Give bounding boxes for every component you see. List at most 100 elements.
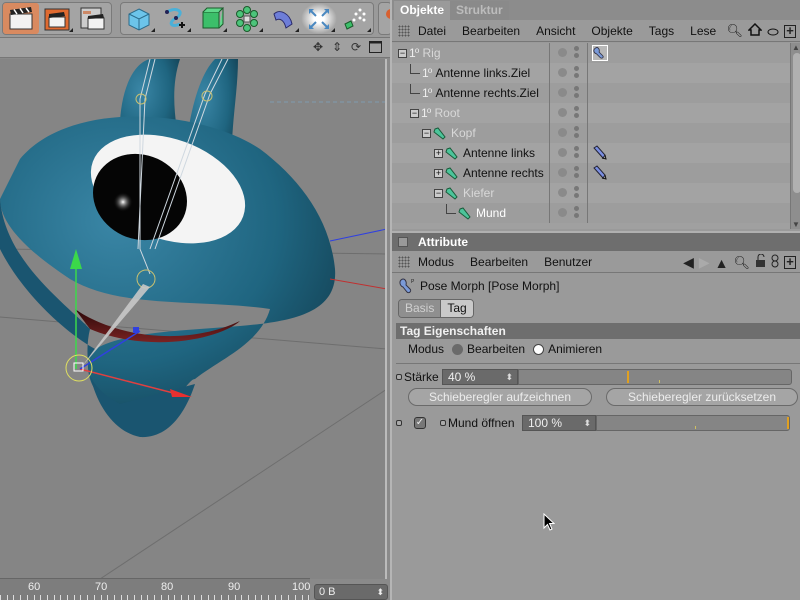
scroll-up-icon[interactable]: ▲ <box>792 43 800 52</box>
scrollbar-thumb[interactable] <box>793 53 800 193</box>
tree-row[interactable]: 1⁰ Antenne rechts.Ziel <box>392 83 790 103</box>
menu-benutzer[interactable]: Benutzer <box>544 255 592 269</box>
layer-color-icon[interactable] <box>558 128 567 137</box>
scroll-down-icon[interactable]: ▼ <box>792 220 800 229</box>
rotate-view-icon[interactable]: ⟳ <box>349 40 363 54</box>
tree-row[interactable]: 1⁰ Antenne links.Ziel <box>392 63 790 83</box>
layer-color-icon[interactable] <box>558 68 567 77</box>
particles-button[interactable] <box>337 3 373 34</box>
cube-button[interactable] <box>121 3 157 34</box>
keyframe-toggle-icon[interactable] <box>396 420 402 426</box>
picture-viewer-button[interactable] <box>39 3 75 34</box>
morph-input[interactable]: 100 % ⬍ <box>522 415 596 431</box>
panel-grip-icon[interactable] <box>398 255 410 268</box>
tree-row[interactable]: −1⁰ Rig <box>392 43 790 63</box>
layer-color-icon[interactable] <box>558 168 567 177</box>
visibility-toggle-icon[interactable] <box>574 206 579 220</box>
keyframe-toggle-icon[interactable] <box>396 374 402 380</box>
new-panel-icon[interactable]: + <box>784 24 796 38</box>
menu-lesezeichen[interactable]: Lese <box>690 24 716 38</box>
deformer-button[interactable] <box>265 3 301 34</box>
nurbs-button[interactable] <box>193 3 229 34</box>
layer-color-icon[interactable] <box>558 48 567 57</box>
keyframe-toggle-icon[interactable] <box>440 420 446 426</box>
tab-struktur[interactable]: Struktur <box>450 1 509 20</box>
tree-item-label[interactable]: Root <box>434 106 459 120</box>
visibility-toggle-icon[interactable] <box>574 126 579 140</box>
layer-color-icon[interactable] <box>558 208 567 217</box>
tree-row[interactable]: − Kiefer <box>392 183 790 203</box>
render-settings-button[interactable] <box>75 3 111 34</box>
visibility-toggle-icon[interactable] <box>574 106 579 120</box>
panel-grip-icon[interactable] <box>398 24 410 37</box>
tab-tag[interactable]: Tag <box>440 300 473 317</box>
spinner-icon[interactable]: ⬍ <box>505 370 513 384</box>
move-view-icon[interactable]: ✥ <box>311 40 325 54</box>
memory-field[interactable]: 0 B ⬍ <box>314 584 388 600</box>
collapse-icon[interactable]: − <box>398 48 407 58</box>
menu-tags[interactable]: Tags <box>649 24 674 38</box>
tab-basis[interactable]: Basis <box>399 300 441 317</box>
slider-handle[interactable] <box>627 371 629 383</box>
visibility-toggle-icon[interactable] <box>574 146 579 160</box>
radio-animieren[interactable] <box>533 343 545 355</box>
menu-bearbeiten[interactable]: Bearbeiten <box>462 24 520 38</box>
render-view-button[interactable] <box>3 3 39 34</box>
new-panel-icon[interactable]: + <box>784 255 796 269</box>
maximize-view-icon[interactable] <box>368 40 382 54</box>
scene-button[interactable] <box>301 3 337 34</box>
menu-modus[interactable]: Modus <box>418 255 454 269</box>
tree-item-label[interactable]: Mund <box>476 206 506 220</box>
tree-row[interactable]: + Antenne rechts <box>392 163 790 183</box>
spline-button[interactable] <box>157 3 193 34</box>
up-arrow-icon[interactable]: ▲ <box>715 255 729 271</box>
search-icon[interactable]: 🔍︎ <box>726 23 743 39</box>
morph-enabled-checkbox[interactable]: ✓ <box>414 417 426 429</box>
zoom-view-icon[interactable]: ⇕ <box>330 40 344 54</box>
radio-bearbeiten[interactable] <box>452 343 464 355</box>
tree-item-label[interactable]: Antenne links <box>463 146 535 160</box>
filter-icon[interactable] <box>767 24 779 39</box>
visibility-toggle-icon[interactable] <box>574 186 579 200</box>
tree-row[interactable]: + Antenne links <box>392 143 790 163</box>
menu-objekte[interactable]: Objekte <box>591 24 632 38</box>
reset-sliders-button[interactable]: Schieberegler zurücksetzen <box>606 388 798 406</box>
array-button[interactable] <box>229 3 265 34</box>
tree-row[interactable]: −1⁰ Root <box>392 103 790 123</box>
ik-tag-icon[interactable] <box>592 145 608 161</box>
expand-icon[interactable]: + <box>434 168 443 178</box>
forward-arrow-icon[interactable]: ▶ <box>699 254 710 271</box>
slider-handle[interactable] <box>787 417 789 429</box>
visibility-toggle-icon[interactable] <box>574 166 579 180</box>
staerke-slider[interactable] <box>518 369 792 385</box>
record-sliders-button[interactable]: Schieberegler aufzeichnen <box>408 388 592 406</box>
collapse-icon[interactable]: − <box>410 108 419 118</box>
search-icon[interactable]: 🔍︎ <box>733 255 750 271</box>
tree-item-label[interactable]: Antenne links.Ziel <box>435 66 530 80</box>
visibility-toggle-icon[interactable] <box>574 86 579 100</box>
link-icon[interactable] <box>771 254 779 271</box>
collapse-icon[interactable]: − <box>422 128 431 138</box>
tree-item-label[interactable]: Antenne rechts <box>463 166 544 180</box>
menu-bearbeiten[interactable]: Bearbeiten <box>470 255 528 269</box>
expand-icon[interactable]: + <box>434 148 443 158</box>
tree-item-label[interactable]: Kiefer <box>463 186 494 200</box>
visibility-toggle-icon[interactable] <box>574 46 579 60</box>
tree-row[interactable]: Mund <box>392 203 790 223</box>
pose-morph-tag-icon[interactable] <box>592 45 608 61</box>
tree-item-label[interactable]: Kopf <box>451 126 476 140</box>
lock-icon[interactable] <box>755 253 766 271</box>
spinner-icon[interactable]: ⬍ <box>583 416 591 430</box>
3d-viewport[interactable] <box>0 59 387 579</box>
ik-tag-icon[interactable] <box>592 165 608 181</box>
layer-color-icon[interactable] <box>558 148 567 157</box>
tree-row[interactable]: − Kopf <box>392 123 790 143</box>
morph-slider[interactable] <box>596 415 790 431</box>
tree-item-label[interactable]: Antenne rechts.Ziel <box>435 86 538 100</box>
layer-color-icon[interactable] <box>558 108 567 117</box>
tree-scrollbar[interactable]: ▲ ▼ <box>790 43 800 229</box>
visibility-toggle-icon[interactable] <box>574 66 579 80</box>
menu-ansicht[interactable]: Ansicht <box>536 24 575 38</box>
home-icon[interactable] <box>747 22 763 39</box>
layer-color-icon[interactable] <box>558 88 567 97</box>
